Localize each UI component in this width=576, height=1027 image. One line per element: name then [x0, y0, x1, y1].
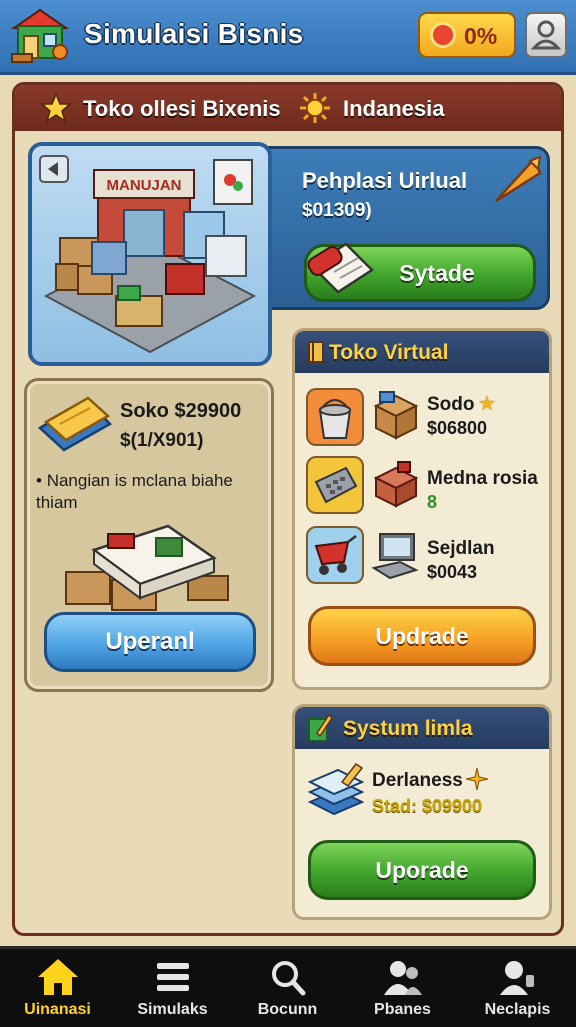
sparkle-icon	[466, 768, 488, 790]
system-item-name: Derlaness	[372, 770, 463, 791]
nav-item-simulation[interactable]: Simulaks	[115, 949, 230, 1027]
nav-item-support[interactable]: Neclapis	[460, 949, 575, 1027]
system-item-value: Stad: $09900	[372, 796, 483, 816]
profile-button[interactable]	[525, 12, 567, 58]
shop-item-name: Sejdlan	[427, 538, 495, 559]
carrot-icon	[495, 155, 542, 203]
offer-title: Soko $29900	[120, 400, 242, 422]
search-icon	[272, 961, 306, 996]
scroll-icon	[307, 242, 374, 294]
nav-label: Pbanes	[374, 1001, 431, 1018]
nav-label: Uinanasi	[24, 1001, 91, 1018]
nav-label: Simulaks	[137, 1001, 208, 1018]
users-icon	[384, 961, 422, 995]
shop-item-tile[interactable]	[306, 388, 364, 446]
cash-register-icon	[314, 466, 358, 504]
app-title: Simulaisi Bisnis	[84, 18, 304, 49]
book-icon	[65, 524, 229, 611]
featured-sign-text: MANUJAN	[107, 177, 182, 194]
list-icon	[157, 963, 189, 991]
computer-icon	[371, 533, 419, 580]
profile-icon	[530, 20, 562, 50]
shop-upgrade-button-label: Updrade	[375, 623, 469, 649]
nav-item-search[interactable]: Bocunn	[230, 949, 345, 1027]
coin-icon	[430, 22, 456, 48]
offer-subtitle: $(1/X901)	[120, 430, 204, 451]
banner: Toko ollesi Bixenis Indanesia	[15, 85, 561, 131]
sun-icon	[300, 93, 330, 123]
shop-item-price: $06800	[427, 418, 488, 438]
shop-scene-icon: MANUJAN	[39, 155, 257, 354]
offer-bullet-text: Nangian is mclana biahe thiam	[36, 471, 233, 512]
shop-item-price: $0043	[427, 562, 478, 582]
system-title: Systum limla	[343, 717, 473, 740]
shop-item-price: 8	[427, 492, 438, 512]
shop-logo-icon[interactable]	[8, 6, 72, 64]
star-icon: ★	[478, 393, 496, 415]
nav-label: Bocunn	[257, 1001, 318, 1018]
shop-title: Toko Virtual	[329, 341, 449, 364]
offer-button[interactable]: Uperanl	[44, 612, 256, 672]
currency-button[interactable]: 0%	[418, 12, 516, 58]
banner-left-text: Toko ollesi Bixenis	[83, 96, 281, 121]
system-upgrade-button-label: Uporade	[375, 857, 469, 883]
ticket-icon	[37, 396, 113, 452]
currency-label: 0%	[464, 23, 498, 49]
star-icon	[41, 93, 71, 123]
offer-description: • Nangian is mclana biahe thiam	[36, 471, 233, 512]
shop-item-tile[interactable]	[306, 456, 364, 514]
shop-item-tile[interactable]	[306, 526, 364, 584]
featured-button-label: Sytade	[399, 260, 475, 286]
featured-title: Pehplasi Uirlual	[302, 168, 468, 193]
banner-right-text: Indanesia	[343, 96, 445, 121]
box-open-icon	[373, 461, 419, 508]
books-icon	[307, 762, 365, 816]
offer-button-label: Uperanl	[105, 628, 195, 655]
featured-price: $01309)	[302, 200, 372, 221]
shop-item-name: Sodo	[427, 394, 475, 415]
home-icon	[38, 959, 78, 995]
bucket-icon	[318, 399, 352, 439]
bottom-nav: Uinanasi Simulaks Bocunn Pbanes Neclapis	[0, 946, 576, 1027]
shop-panel-header: Toko Virtual	[295, 331, 549, 373]
featured-shop-image[interactable]: MANUJAN	[28, 142, 272, 366]
cart-icon	[314, 535, 357, 575]
shop-item-name: Medna rosia	[427, 468, 538, 489]
pencil-icon	[308, 713, 333, 742]
support-icon	[500, 961, 534, 995]
nav-item-users[interactable]: Pbanes	[345, 949, 460, 1027]
top-bar: Simulaisi Bisnis 0%	[0, 0, 576, 75]
nav-label: Neclapis	[484, 1001, 551, 1018]
system-upgrade-button[interactable]: Uporade	[308, 840, 536, 900]
nav-item-home[interactable]: Uinanasi	[0, 949, 115, 1027]
box-icon	[373, 391, 419, 440]
book-small-icon	[308, 341, 324, 363]
system-panel-header: Systum limla	[295, 707, 549, 749]
shop-upgrade-button[interactable]: Updrade	[308, 606, 536, 666]
